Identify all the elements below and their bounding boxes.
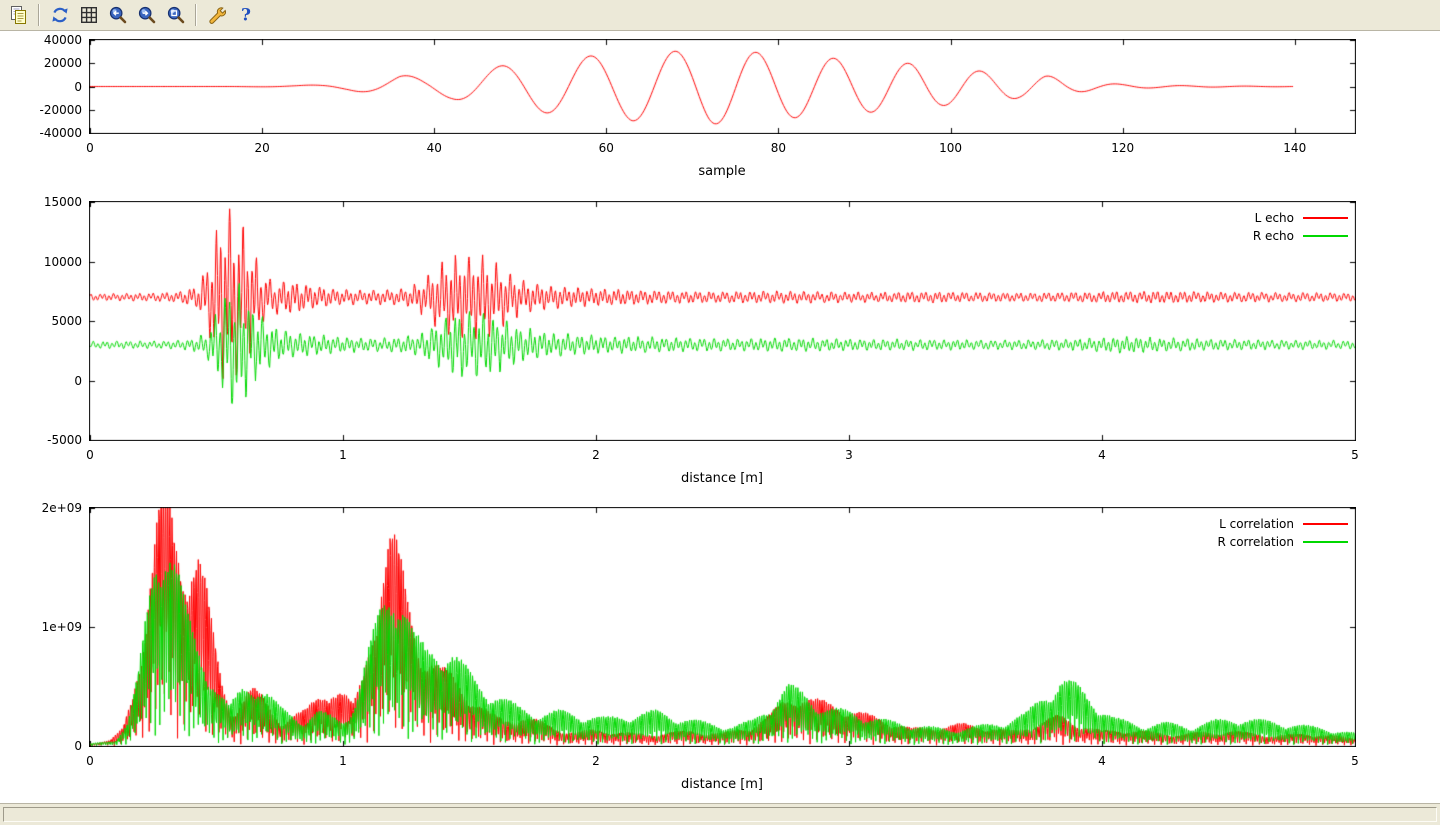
x-tick-label: 1 xyxy=(339,754,347,768)
zoom-previous-button[interactable] xyxy=(104,2,131,28)
autoscale-button[interactable] xyxy=(162,2,189,28)
y-tick-label: 40000 xyxy=(0,33,82,47)
y-tick-label: 0 xyxy=(0,80,82,94)
status-bar xyxy=(0,803,1440,825)
x-tick-label: 4 xyxy=(1098,448,1106,462)
x-tick-label: 5 xyxy=(1351,448,1359,462)
x-tick-label: 120 xyxy=(1111,141,1134,155)
x-tick-label: 0 xyxy=(86,754,94,768)
toolbar-separator xyxy=(195,4,197,26)
y-tick-label: 2e+09 xyxy=(0,501,82,515)
y-tick-label: -40000 xyxy=(0,126,82,140)
y-tick-label: 15000 xyxy=(0,195,82,209)
wrench-icon xyxy=(207,5,227,25)
y-tick-label: -5000 xyxy=(0,433,82,447)
x-tick-label: 40 xyxy=(427,141,442,155)
y-tick-label: 1e+09 xyxy=(0,620,82,634)
x-tick-label: 0 xyxy=(86,448,94,462)
y-tick-label: 0 xyxy=(0,374,82,388)
x-tick-label: 3 xyxy=(845,448,853,462)
x-tick-label: 140 xyxy=(1283,141,1306,155)
y-tick-label: 0 xyxy=(0,739,82,753)
x-tick-label: 4 xyxy=(1098,754,1106,768)
copy-to-clipboard-button[interactable] xyxy=(5,2,32,28)
help-button[interactable]: ? xyxy=(232,2,259,28)
y-tick-label: -20000 xyxy=(0,103,82,117)
grid-icon xyxy=(79,5,99,25)
configure-button[interactable] xyxy=(203,2,230,28)
toolbar: ? xyxy=(0,0,1440,31)
gnuplot-window: ? sample distance [m] distance [m] L ech… xyxy=(0,0,1440,825)
plot-canvas-0[interactable] xyxy=(89,39,1356,134)
status-field xyxy=(3,807,1437,822)
x-tick-label: 100 xyxy=(939,141,962,155)
x-axis-label-sample: sample xyxy=(698,164,745,179)
x-tick-label: 3 xyxy=(845,754,853,768)
x-tick-label: 2 xyxy=(592,448,600,462)
zoom-next-button[interactable] xyxy=(133,2,160,28)
help-icon: ? xyxy=(236,5,256,25)
x-tick-label: 5 xyxy=(1351,754,1359,768)
toolbar-separator xyxy=(38,4,40,26)
toggle-grid-button[interactable] xyxy=(75,2,102,28)
x-axis-label-distance-2: distance [m] xyxy=(681,777,763,792)
plot-canvas-2[interactable] xyxy=(89,507,1356,747)
copy-icon xyxy=(9,5,29,25)
replot-button[interactable] xyxy=(46,2,73,28)
x-tick-label: 20 xyxy=(254,141,269,155)
x-tick-label: 60 xyxy=(599,141,614,155)
x-axis-label-distance-1: distance [m] xyxy=(681,471,763,486)
plot-canvas-1[interactable] xyxy=(89,201,1356,441)
refresh-icon xyxy=(50,5,70,25)
svg-text:?: ? xyxy=(241,6,251,26)
y-tick-label: 10000 xyxy=(0,255,82,269)
x-tick-label: 80 xyxy=(771,141,786,155)
autoscale-icon xyxy=(166,5,186,25)
y-tick-label: 20000 xyxy=(0,56,82,70)
y-tick-label: 5000 xyxy=(0,314,82,328)
x-tick-label: 1 xyxy=(339,448,347,462)
x-tick-label: 0 xyxy=(86,141,94,155)
zoom-previous-icon xyxy=(108,5,128,25)
x-tick-label: 2 xyxy=(592,754,600,768)
zoom-next-icon xyxy=(137,5,157,25)
